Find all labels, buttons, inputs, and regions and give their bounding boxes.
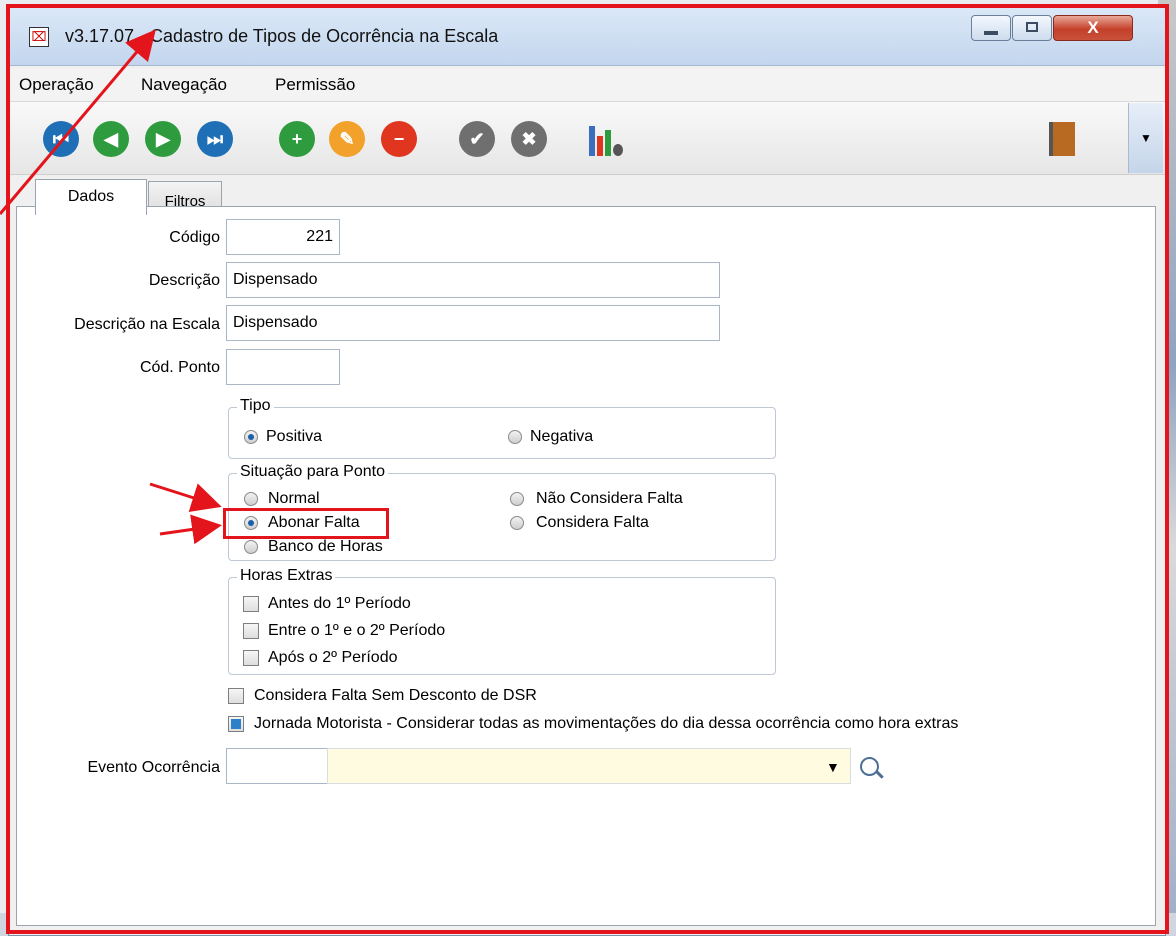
arrow-to-title <box>0 29 156 215</box>
annotation-arrows <box>0 29 222 545</box>
arrow-to-abonar <box>159 514 222 545</box>
arrow-to-normal <box>149 482 222 513</box>
